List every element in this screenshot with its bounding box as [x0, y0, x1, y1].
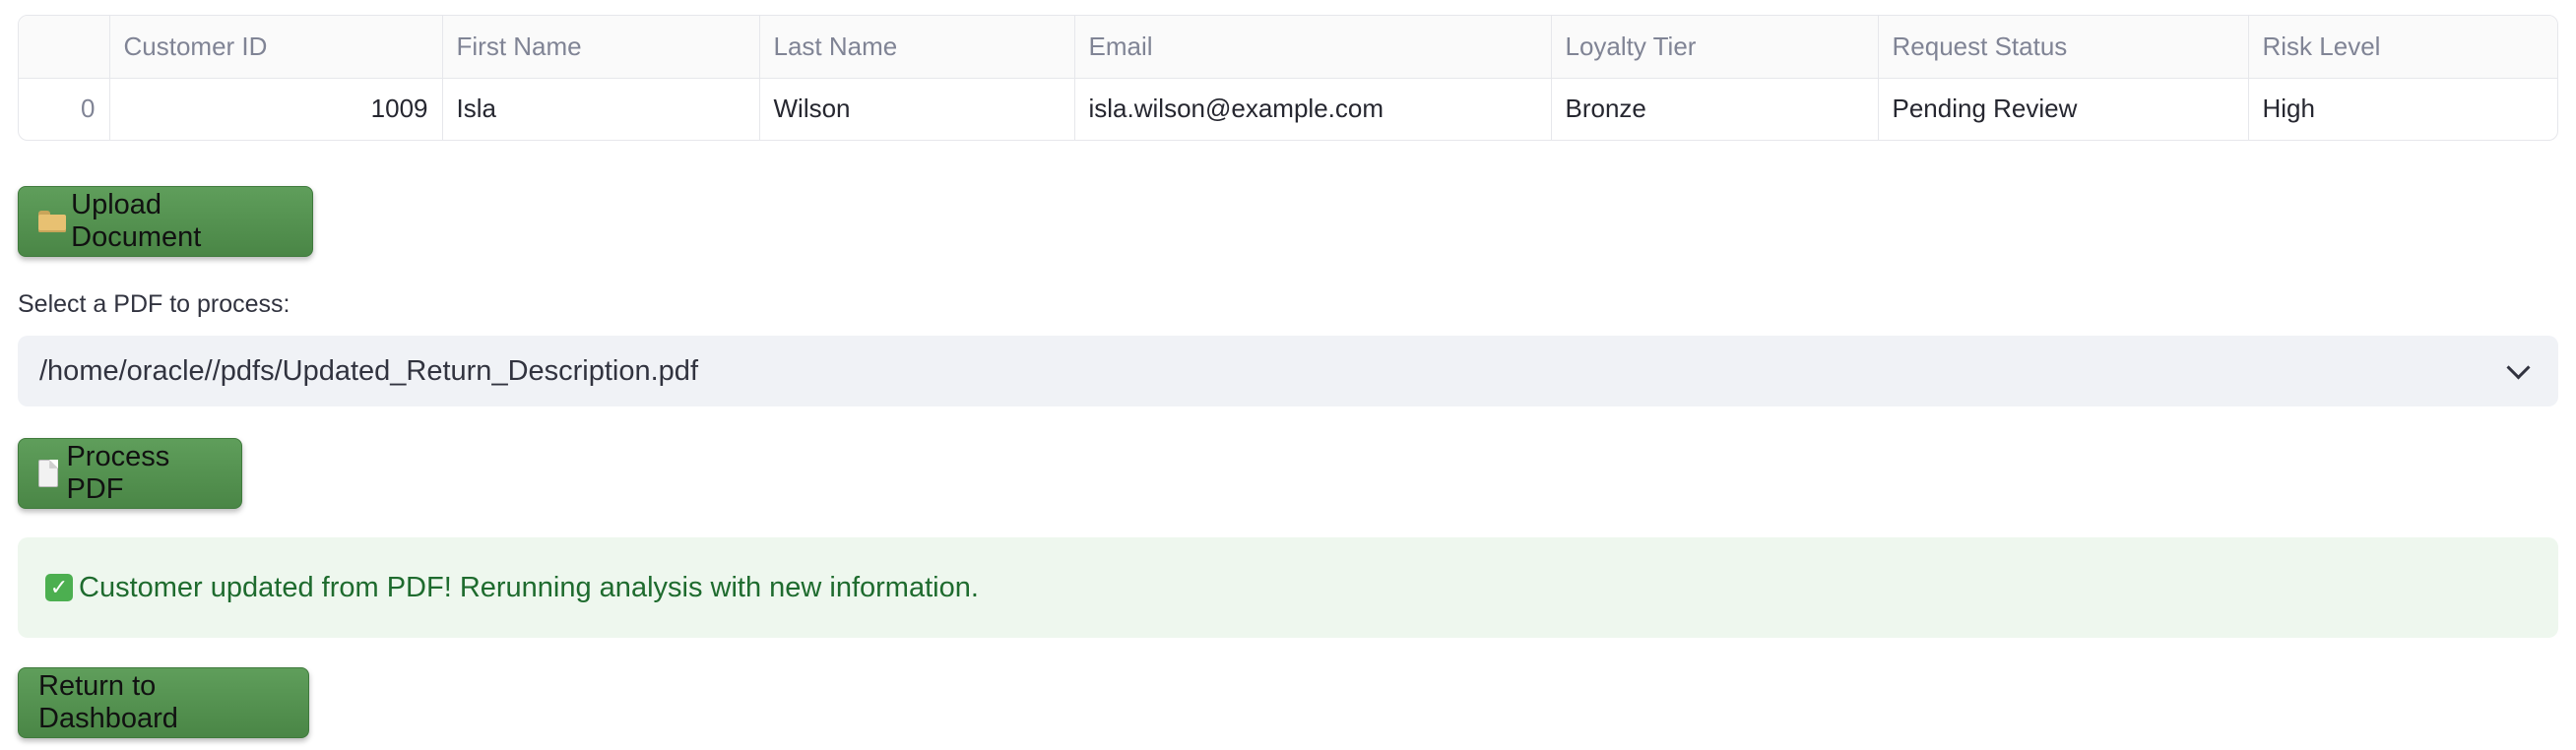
- column-header-customer-id[interactable]: Customer ID: [109, 16, 443, 79]
- page-icon: [38, 460, 59, 487]
- loyalty-tier-cell[interactable]: Bronze: [1551, 78, 1879, 140]
- column-header-first-name[interactable]: First Name: [442, 16, 760, 79]
- pdf-select-value: /home/oracle//pdfs/Updated_Return_Descri…: [39, 354, 698, 387]
- row-index-cell[interactable]: 0: [19, 78, 110, 140]
- success-alert-text: Customer updated from PDF! Rerunning ana…: [79, 571, 979, 603]
- upload-document-label: Upload Document: [71, 189, 202, 253]
- column-header-request-status[interactable]: Request Status: [1878, 16, 2249, 79]
- upload-document-button[interactable]: Upload Document: [18, 186, 313, 257]
- check-icon: ✓: [45, 574, 73, 601]
- table-header-row: Customer ID First Name Last Name Email L…: [19, 16, 2557, 79]
- chevron-down-icon: [2506, 354, 2531, 380]
- column-header-last-name[interactable]: Last Name: [759, 16, 1075, 79]
- return-to-dashboard-label: Return to Dashboard: [38, 670, 178, 734]
- column-header-risk-level[interactable]: Risk Level: [2248, 16, 2557, 79]
- column-header-email[interactable]: Email: [1074, 16, 1552, 79]
- column-header-index[interactable]: [19, 16, 110, 79]
- last-name-cell[interactable]: Wilson: [759, 78, 1075, 140]
- first-name-cell[interactable]: Isla: [442, 78, 760, 140]
- customer-id-cell[interactable]: 1009: [109, 78, 443, 140]
- main-content: Customer ID First Name Last Name Email L…: [18, 15, 2558, 738]
- table-row: 0 1009 Isla Wilson isla.wilson@example.c…: [19, 78, 2557, 140]
- success-alert: ✓ Customer updated from PDF! Rerunning a…: [18, 537, 2558, 638]
- process-pdf-button[interactable]: Process PDF: [18, 438, 242, 509]
- request-status-cell[interactable]: Pending Review: [1878, 78, 2249, 140]
- risk-level-cell[interactable]: High: [2248, 78, 2557, 140]
- email-cell[interactable]: isla.wilson@example.com: [1074, 78, 1552, 140]
- process-pdf-label: Process PDF: [66, 441, 170, 505]
- column-header-loyalty-tier[interactable]: Loyalty Tier: [1551, 16, 1879, 79]
- pdf-select-label: Select a PDF to process:: [18, 290, 290, 318]
- return-to-dashboard-button[interactable]: Return to Dashboard: [18, 667, 309, 738]
- folder-icon: [38, 211, 67, 232]
- pdf-select-dropdown[interactable]: /home/oracle//pdfs/Updated_Return_Descri…: [18, 336, 2558, 406]
- customer-table: Customer ID First Name Last Name Email L…: [18, 15, 2558, 141]
